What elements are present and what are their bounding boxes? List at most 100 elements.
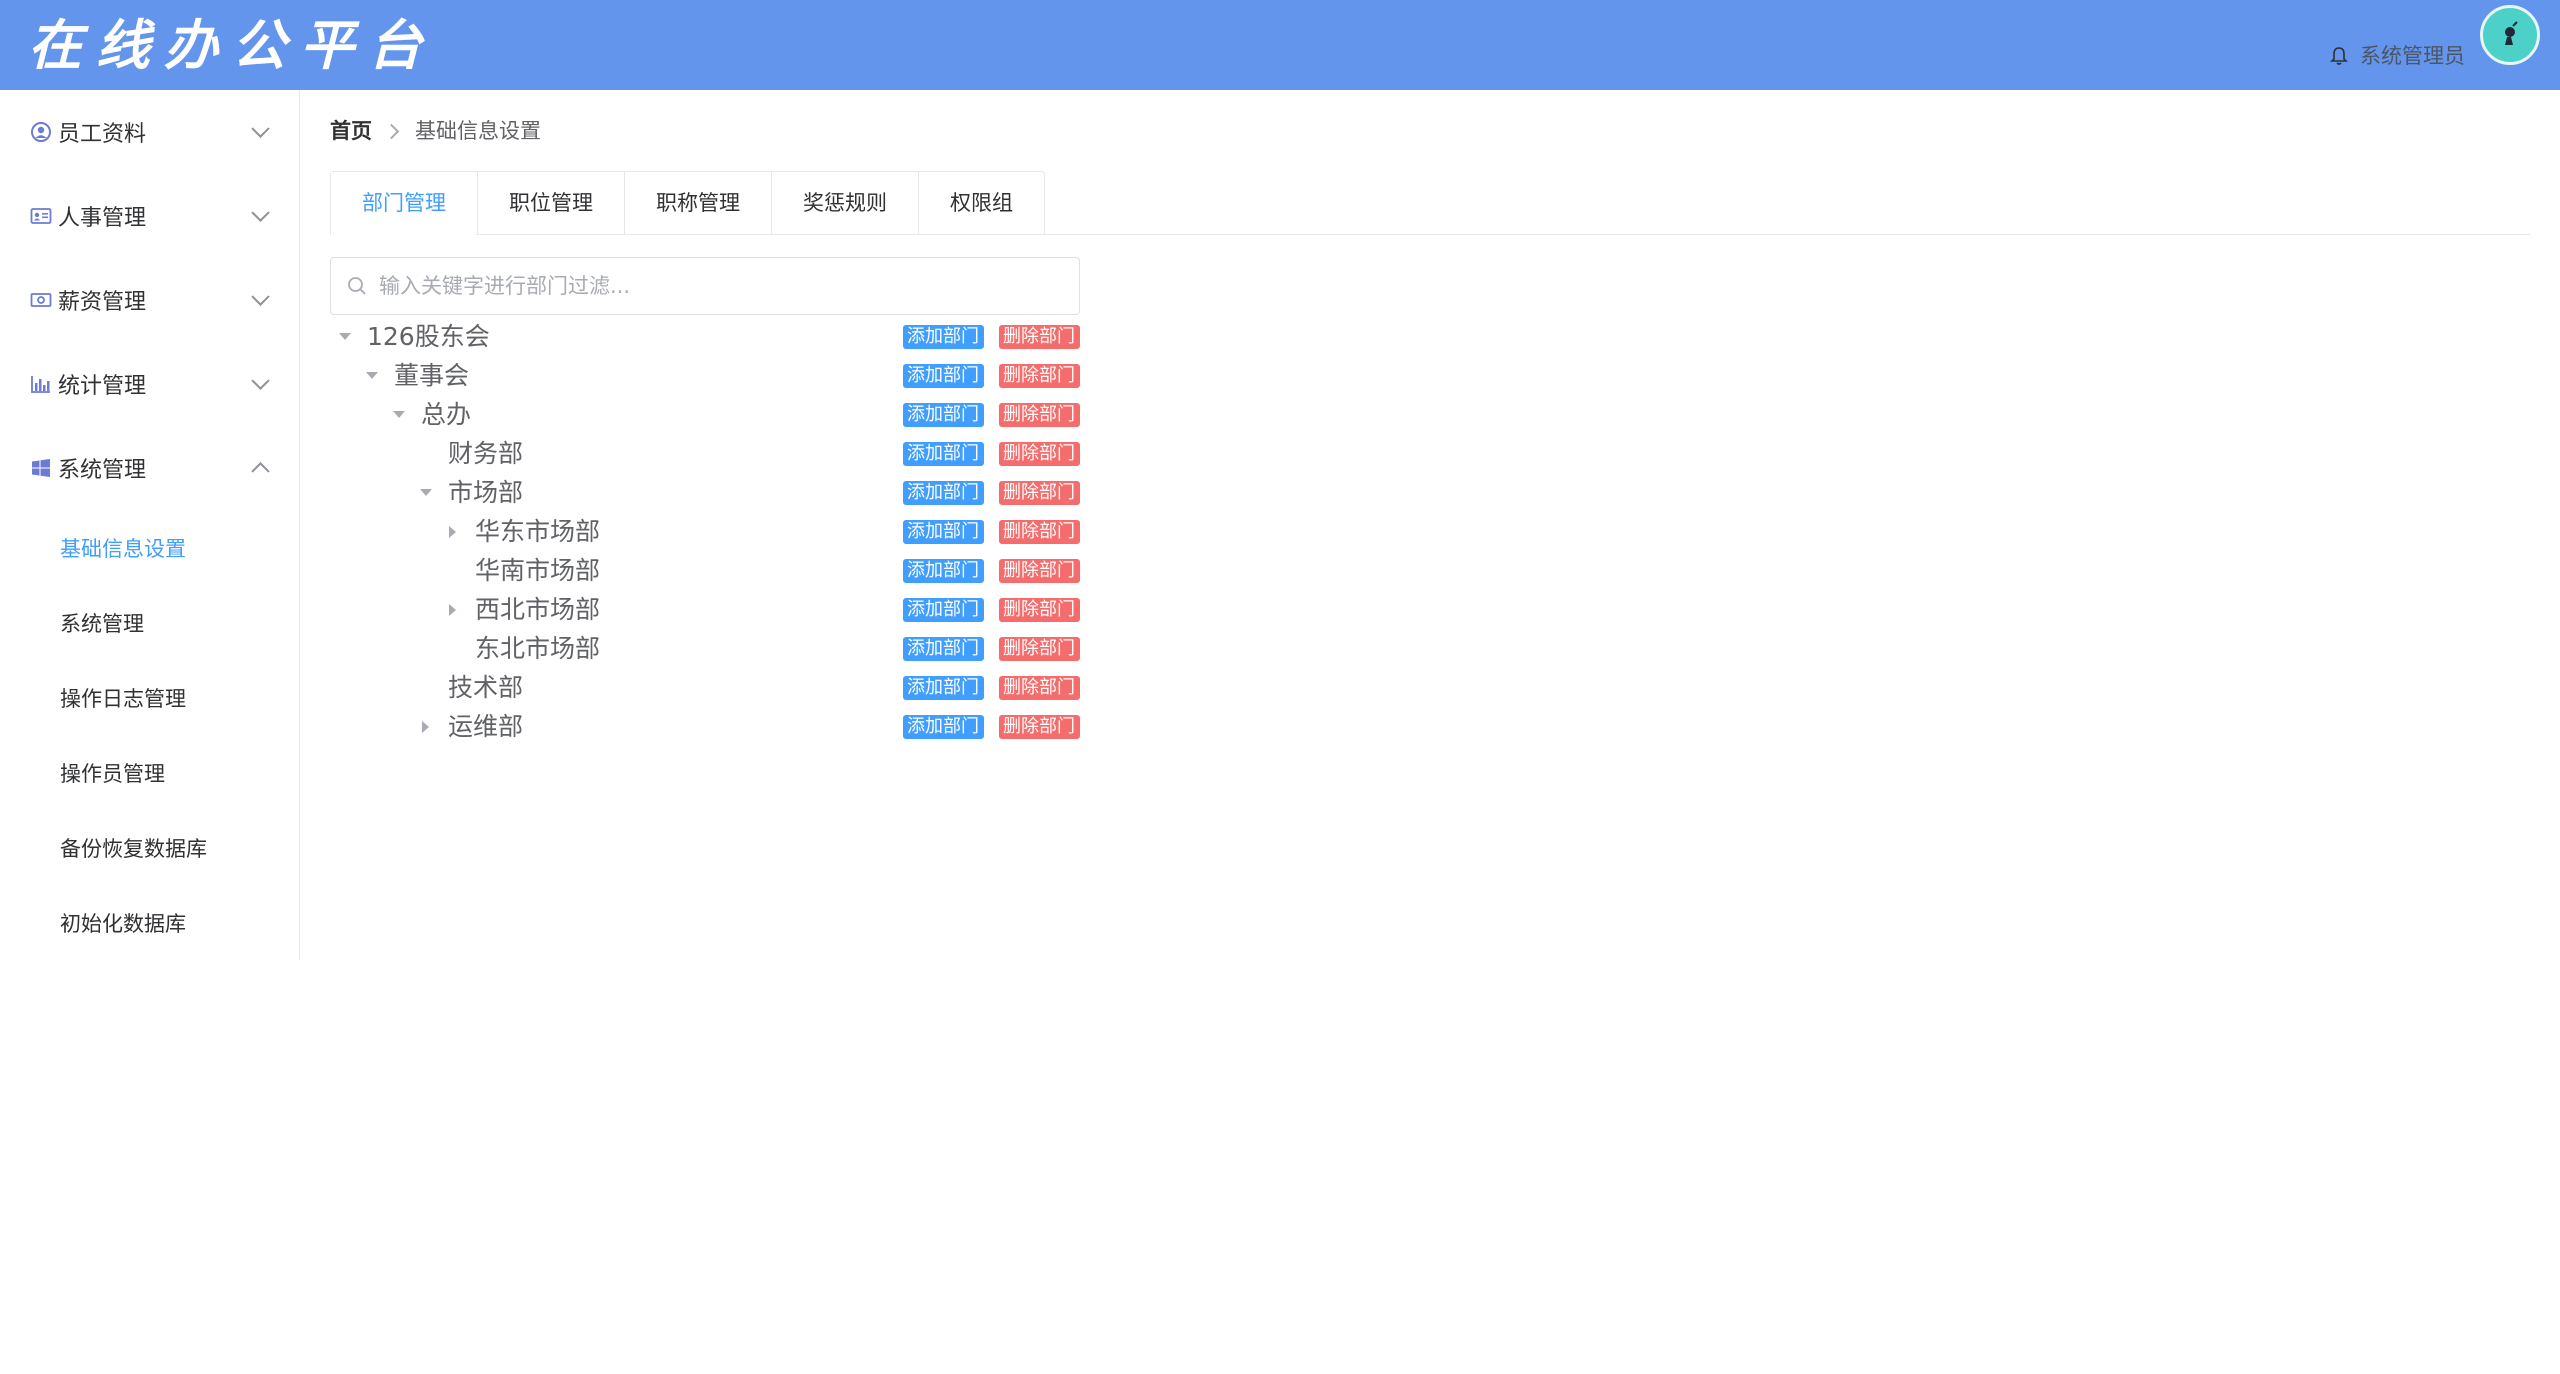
breadcrumb: 首页 基础信息设置 — [330, 116, 541, 146]
add-department-button[interactable]: 添加部门 — [903, 520, 984, 544]
sidebar-subitem-backup-restore[interactable]: 备份恢复数据库 — [0, 810, 299, 885]
tree-node-label: 华东市场部 — [475, 517, 601, 546]
chevron-right-icon — [383, 123, 400, 139]
sidebar-item-label: 系统管理 — [58, 458, 147, 483]
delete-department-button[interactable]: 删除部门 — [999, 481, 1080, 505]
user-circle-icon — [31, 122, 51, 142]
sidebar-subitem-operation-log[interactable]: 操作日志管理 — [0, 660, 299, 735]
sidebar-subitem-basic-info[interactable]: 基础信息设置 — [0, 510, 299, 585]
delete-department-button[interactable]: 删除部门 — [999, 364, 1080, 388]
bar-chart-icon — [31, 376, 50, 393]
sidebar-item-employee-info[interactable]: 员工资料 — [0, 90, 299, 174]
tab-position[interactable]: 职位管理 — [477, 172, 624, 235]
chevron-down-icon — [251, 203, 270, 222]
sidebar-item-statistics[interactable]: 统计管理 — [0, 342, 299, 426]
caret-right-icon[interactable] — [449, 526, 456, 538]
tree-node-label: 总办 — [421, 400, 472, 429]
tab-reward-punishment[interactable]: 奖惩规则 — [771, 172, 918, 235]
id-card-icon — [30, 208, 52, 224]
tree-node[interactable]: 华南市场部 添加部门 删除部门 — [330, 551, 1080, 590]
department-filter[interactable] — [330, 257, 1080, 315]
active-tab-gap — [331, 234, 476, 235]
tree-node[interactable]: 126股东会 添加部门 删除部门 — [330, 317, 1080, 356]
chevron-up-icon — [251, 462, 270, 481]
add-department-button[interactable]: 添加部门 — [903, 637, 984, 661]
delete-department-button[interactable]: 删除部门 — [999, 598, 1080, 622]
tree-node-label: 126股东会 — [367, 322, 490, 351]
tree-node-label: 技术部 — [448, 673, 524, 702]
money-icon — [30, 293, 52, 307]
sidebar-item-system[interactable]: 系统管理 — [0, 426, 299, 510]
tree-node-label: 西北市场部 — [475, 595, 601, 624]
chevron-down-icon — [251, 371, 270, 390]
add-department-button[interactable]: 添加部门 — [903, 442, 984, 466]
add-department-button[interactable]: 添加部门 — [903, 715, 984, 739]
tree-node-label: 董事会 — [394, 361, 470, 390]
caret-down-icon[interactable] — [339, 333, 351, 340]
tree-node[interactable]: 技术部 添加部门 删除部门 — [330, 668, 1080, 707]
tab-bar: 部门管理 职位管理 职称管理 奖惩规则 权限组 — [330, 171, 1045, 235]
tree-node[interactable]: 西北市场部 添加部门 删除部门 — [330, 590, 1080, 629]
caret-right-icon[interactable] — [449, 604, 456, 616]
sidebar-item-label: 人事管理 — [58, 206, 147, 231]
tree-node-label: 财务部 — [448, 439, 524, 468]
tab-permission-group[interactable]: 权限组 — [918, 172, 1044, 235]
sidebar-subitem-operators[interactable]: 操作员管理 — [0, 735, 299, 810]
caret-right-icon[interactable] — [422, 721, 429, 733]
avatar[interactable] — [2480, 5, 2540, 65]
sidebar-item-hr[interactable]: 人事管理 — [0, 174, 299, 258]
delete-department-button[interactable]: 删除部门 — [999, 715, 1080, 739]
app-title: 在线办公平台 — [28, 13, 436, 77]
bell-icon[interactable] — [2330, 46, 2348, 66]
sidebar-item-label: 员工资料 — [58, 122, 147, 147]
sidebar-item-label: 薪资管理 — [58, 290, 147, 315]
delete-department-button[interactable]: 删除部门 — [999, 520, 1080, 544]
chevron-down-icon — [251, 287, 270, 306]
windows-icon — [32, 459, 50, 477]
add-department-button[interactable]: 添加部门 — [903, 559, 984, 583]
tree-node[interactable]: 财务部 添加部门 删除部门 — [330, 434, 1080, 473]
tree-node[interactable]: 华东市场部 添加部门 删除部门 — [330, 512, 1080, 551]
add-department-button[interactable]: 添加部门 — [903, 403, 984, 427]
sidebar-item-salary[interactable]: 薪资管理 — [0, 258, 299, 342]
breadcrumb-home[interactable]: 首页 — [330, 116, 372, 146]
delete-department-button[interactable]: 删除部门 — [999, 676, 1080, 700]
add-department-button[interactable]: 添加部门 — [903, 325, 984, 349]
sidebar-subitem-init-database[interactable]: 初始化数据库 — [0, 885, 299, 960]
tree-node[interactable]: 运维部 添加部门 删除部门 — [330, 707, 1080, 746]
sidebar-item-label: 统计管理 — [58, 374, 147, 399]
tree-node[interactable]: 总办 添加部门 删除部门 — [330, 395, 1080, 434]
tree-node-label: 运维部 — [448, 712, 524, 741]
delete-department-button[interactable]: 删除部门 — [999, 403, 1080, 427]
tab-divider — [330, 234, 2530, 235]
search-icon — [348, 277, 366, 295]
add-department-button[interactable]: 添加部门 — [903, 481, 984, 505]
add-department-button[interactable]: 添加部门 — [903, 364, 984, 388]
add-department-button[interactable]: 添加部门 — [903, 598, 984, 622]
sidebar-subitem-system-management[interactable]: 系统管理 — [0, 585, 299, 660]
tree-node-label: 东北市场部 — [475, 634, 601, 663]
caret-down-icon[interactable] — [393, 411, 405, 418]
delete-department-button[interactable]: 删除部门 — [999, 559, 1080, 583]
delete-department-button[interactable]: 删除部门 — [999, 325, 1080, 349]
avatar-figure-icon — [2505, 21, 2518, 45]
tree-node[interactable]: 东北市场部 添加部门 删除部门 — [330, 629, 1080, 668]
caret-down-icon[interactable] — [366, 372, 378, 379]
user-menu[interactable]: 系统管理员 — [2330, 36, 2465, 76]
tree-node-label: 市场部 — [448, 478, 524, 507]
caret-down-icon[interactable] — [420, 489, 432, 496]
tree-node-label: 华南市场部 — [475, 556, 601, 585]
user-name[interactable]: 系统管理员 — [2360, 36, 2465, 76]
add-department-button[interactable]: 添加部门 — [903, 676, 984, 700]
breadcrumb-current: 基础信息设置 — [415, 119, 541, 143]
search-input[interactable] — [377, 273, 1061, 299]
top-header: 在线办公平台 系统管理员 — [0, 0, 2560, 90]
chevron-down-icon — [251, 119, 270, 138]
tree-node[interactable]: 董事会 添加部门 删除部门 — [330, 356, 1080, 395]
delete-department-button[interactable]: 删除部门 — [999, 637, 1080, 661]
tab-title[interactable]: 职称管理 — [624, 172, 771, 235]
tree-node[interactable]: 市场部 添加部门 删除部门 — [330, 473, 1080, 512]
sidebar: 员工资料 人事管理 薪资管理 统计管理 系统管理 基础信息设置 系统管理 操作日… — [0, 90, 300, 960]
tab-department[interactable]: 部门管理 — [331, 172, 477, 235]
delete-department-button[interactable]: 删除部门 — [999, 442, 1080, 466]
